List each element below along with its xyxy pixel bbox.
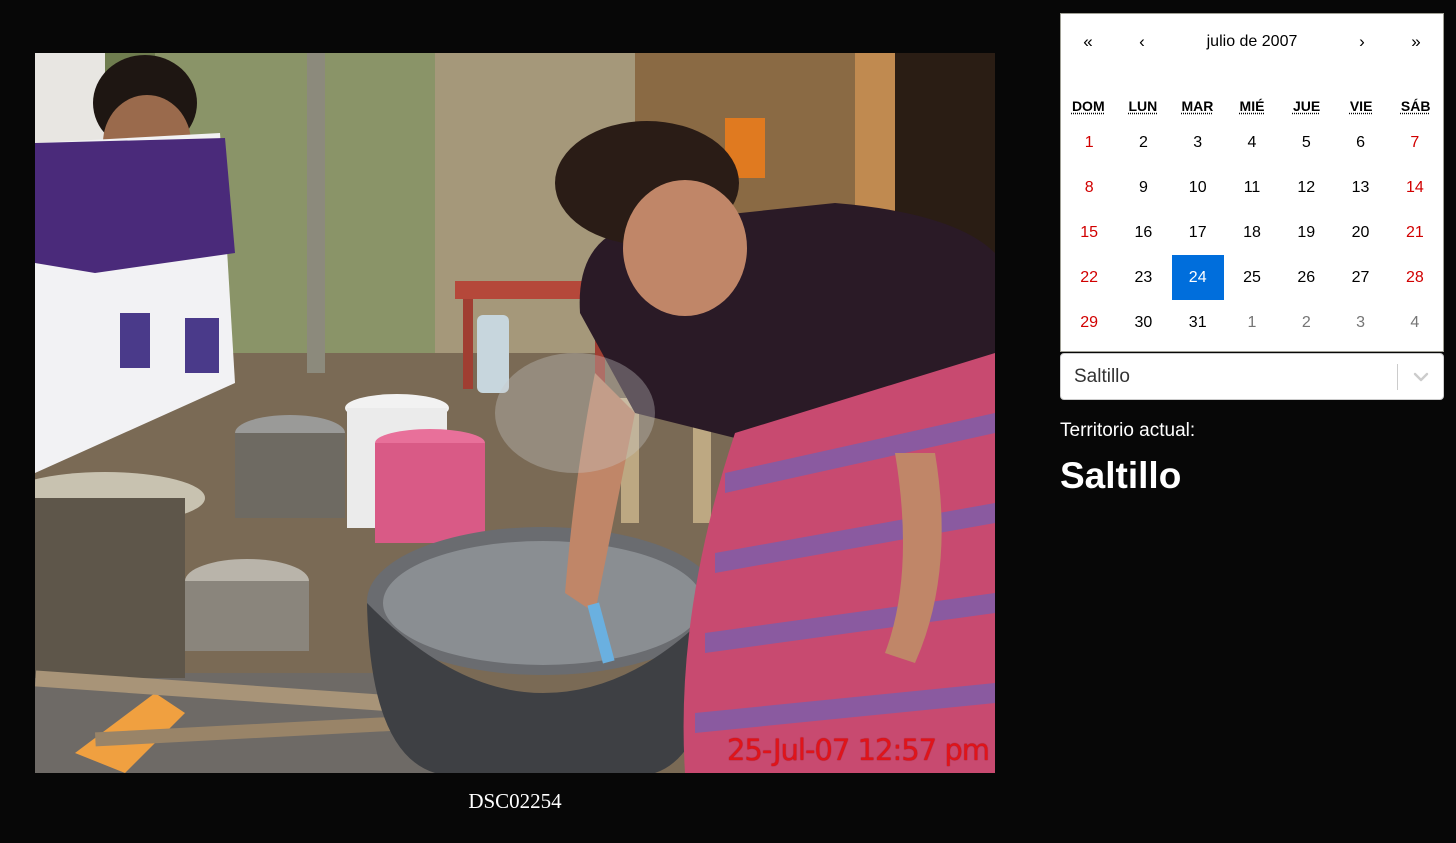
prev-month-button[interactable]: ‹ — [1115, 14, 1169, 70]
calendar-day[interactable]: 9 — [1117, 165, 1169, 210]
weekday-header: MAR — [1170, 98, 1225, 120]
calendar: « ‹ julio de 2007 › » DOM LUN MAR MIÉ JUE VIE… — [1060, 13, 1444, 352]
weekday-header: VIE — [1334, 98, 1389, 120]
calendar-day[interactable]: 6 — [1334, 120, 1386, 165]
weekday-header: SÁB — [1388, 98, 1443, 120]
next-month-button[interactable]: › — [1335, 14, 1389, 70]
page: 25-Jul-07 12:57 pm DSC02254 « ‹ julio de… — [0, 0, 1456, 843]
prev-year-button[interactable]: « — [1061, 14, 1115, 70]
calendar-weekdays: DOM LUN MAR MIÉ JUE VIE SÁB — [1061, 98, 1443, 120]
photo: 25-Jul-07 12:57 pm — [35, 53, 995, 773]
weekday-header: DOM — [1061, 98, 1116, 120]
calendar-day[interactable]: 11 — [1226, 165, 1278, 210]
calendar-day[interactable]: 14 — [1389, 165, 1441, 210]
calendar-navigation: « ‹ julio de 2007 › » — [1061, 14, 1443, 70]
calendar-day[interactable]: 5 — [1280, 120, 1332, 165]
calendar-day[interactable]: 12 — [1280, 165, 1332, 210]
calendar-day[interactable]: 29 — [1063, 300, 1115, 345]
calendar-month-label[interactable]: julio de 2007 — [1169, 33, 1335, 51]
calendar-day[interactable]: 1 — [1226, 300, 1278, 345]
calendar-day[interactable]: 4 — [1226, 120, 1278, 165]
calendar-day[interactable]: 20 — [1334, 210, 1386, 255]
territory-select[interactable]: Saltillo — [1060, 353, 1444, 400]
weekday-label: SÁB — [1400, 98, 1431, 114]
calendar-day[interactable]: 27 — [1334, 255, 1386, 300]
calendar-days: 1 2 3 4 5 6 7 8 9 10 11 12 13 14 15 16 17 18 19 20 21 22 23 24 2… — [1061, 120, 1443, 345]
calendar-day[interactable]: 4 — [1389, 300, 1441, 345]
weekday-label: LUN — [1128, 98, 1158, 114]
chevron-down-icon[interactable] — [1398, 354, 1443, 399]
territory-current-label: Territorio actual: — [1060, 420, 1196, 441]
calendar-day-selected[interactable]: 24 — [1171, 255, 1224, 300]
photo-caption: DSC02254 — [468, 789, 562, 813]
calendar-day[interactable]: 21 — [1389, 210, 1441, 255]
calendar-day[interactable]: 15 — [1063, 210, 1115, 255]
calendar-day[interactable]: 1 — [1063, 120, 1115, 165]
weekday-label: VIE — [1349, 98, 1373, 114]
weekday-header: MIÉ — [1225, 98, 1280, 120]
territory-select-value[interactable]: Saltillo — [1061, 366, 1397, 388]
calendar-day[interactable]: 8 — [1063, 165, 1115, 210]
calendar-day[interactable]: 13 — [1334, 165, 1386, 210]
calendar-day[interactable]: 22 — [1063, 255, 1115, 300]
weekday-label: MIÉ — [1239, 98, 1265, 114]
calendar-day[interactable]: 30 — [1117, 300, 1169, 345]
calendar-day[interactable]: 3 — [1172, 120, 1224, 165]
calendar-day[interactable]: 31 — [1172, 300, 1224, 345]
calendar-day[interactable]: 19 — [1280, 210, 1332, 255]
calendar-day[interactable]: 25 — [1226, 255, 1278, 300]
calendar-day[interactable]: 23 — [1117, 255, 1169, 300]
weekday-header: LUN — [1116, 98, 1171, 120]
calendar-day[interactable]: 3 — [1334, 300, 1386, 345]
calendar-day[interactable]: 10 — [1172, 165, 1224, 210]
photo-timestamp-overlay: 25-Jul-07 12:57 pm — [726, 733, 990, 767]
calendar-day[interactable]: 17 — [1172, 210, 1224, 255]
calendar-day[interactable]: 28 — [1389, 255, 1441, 300]
photo-illustration — [35, 53, 995, 773]
calendar-day[interactable]: 2 — [1117, 120, 1169, 165]
weekday-label: MAR — [1181, 98, 1214, 114]
next-year-button[interactable]: » — [1389, 14, 1443, 70]
weekday-label: DOM — [1071, 98, 1105, 114]
calendar-day[interactable]: 7 — [1389, 120, 1441, 165]
calendar-day[interactable]: 26 — [1280, 255, 1332, 300]
calendar-day[interactable]: 18 — [1226, 210, 1278, 255]
territory-current-value: Saltillo — [1060, 455, 1182, 496]
weekday-label: JUE — [1292, 98, 1321, 114]
calendar-day[interactable]: 2 — [1280, 300, 1332, 345]
calendar-day[interactable]: 16 — [1117, 210, 1169, 255]
weekday-header: JUE — [1279, 98, 1334, 120]
